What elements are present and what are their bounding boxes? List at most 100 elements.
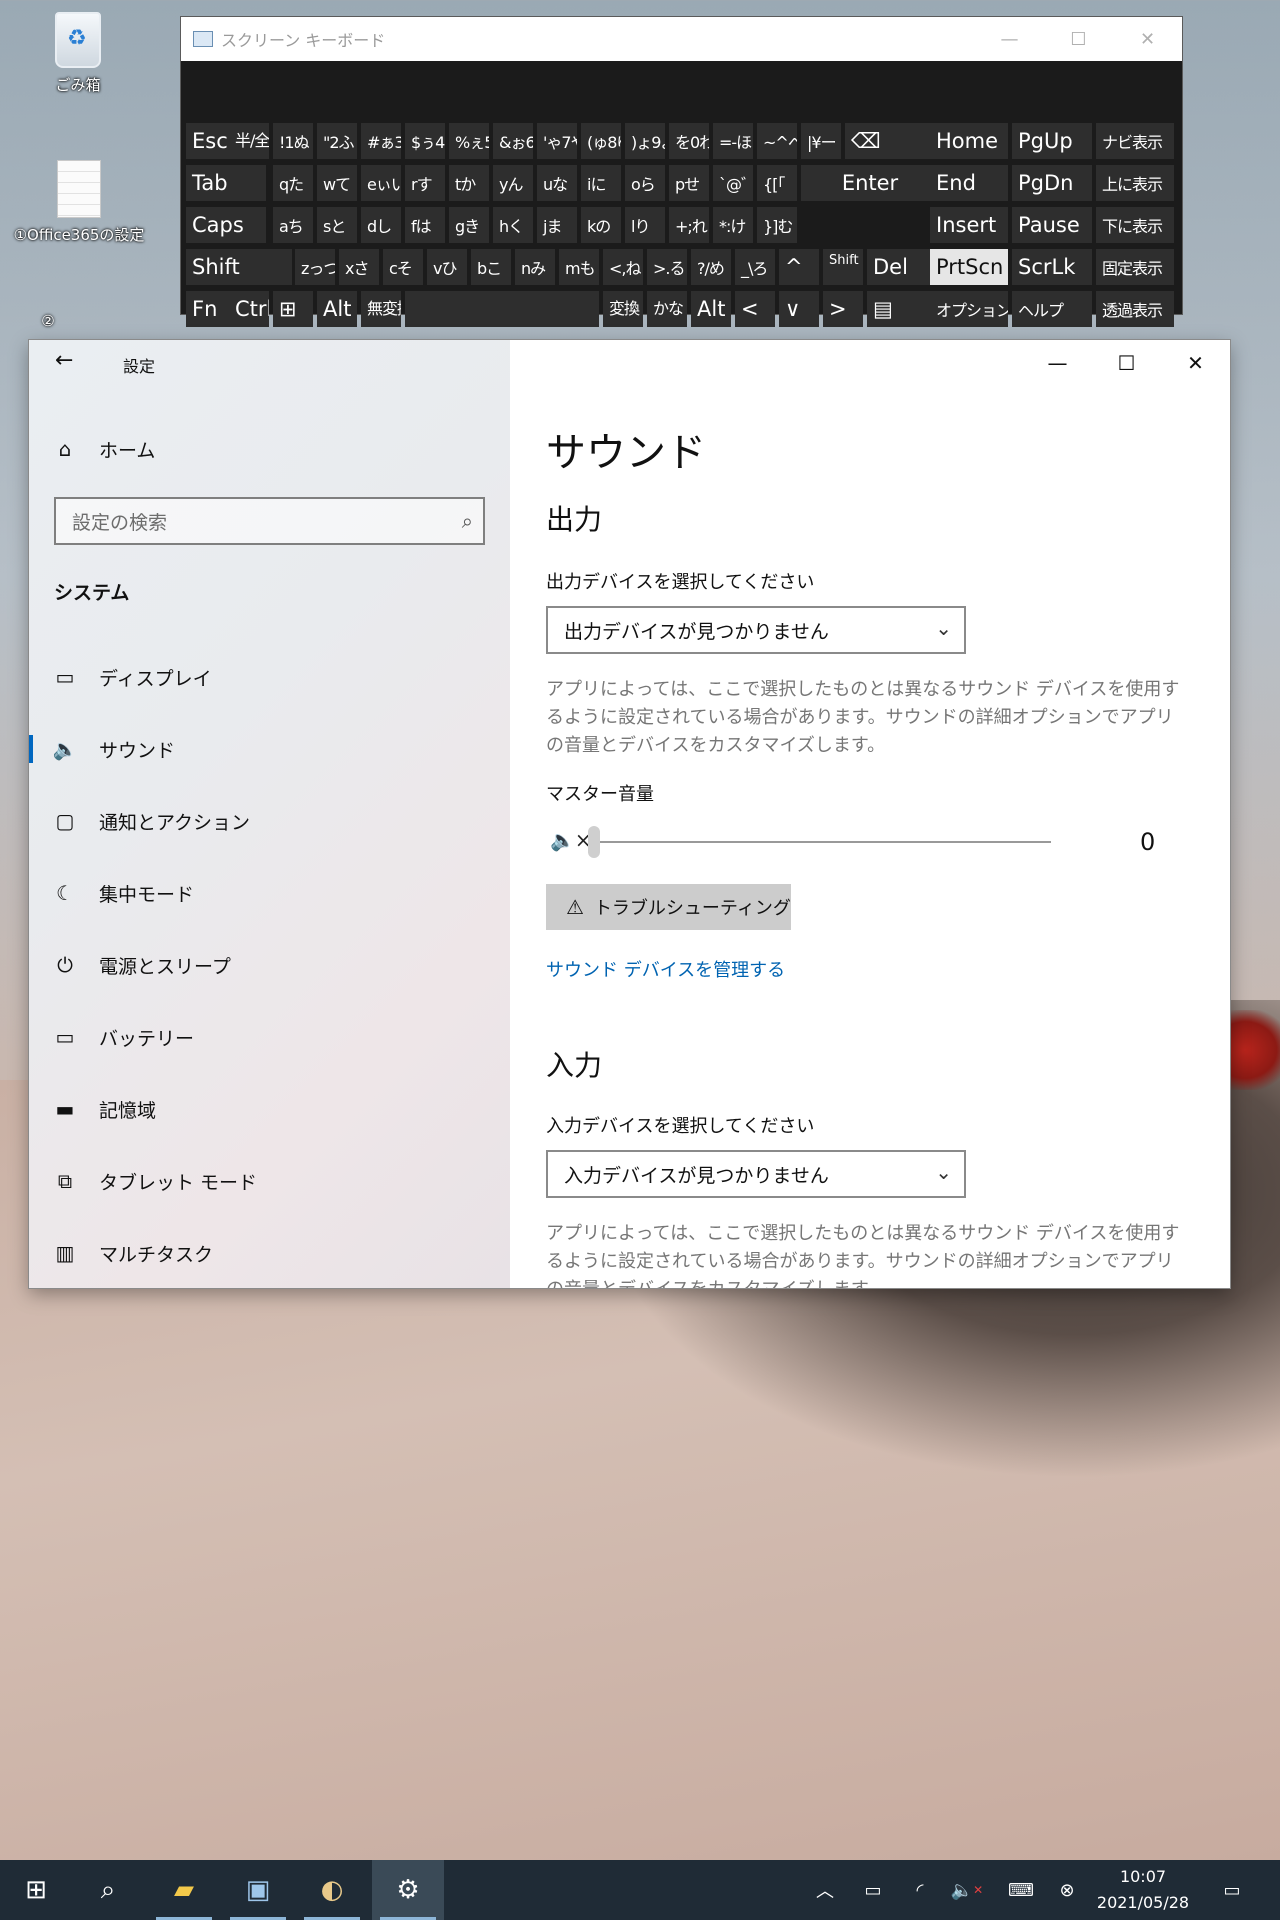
osk-key[interactable]: uな (537, 165, 577, 201)
osk-key[interactable]: iに (581, 165, 621, 201)
osk-key[interactable]: Alt (691, 291, 731, 327)
osk-key[interactable]: =-ほ (713, 123, 753, 159)
osk-key[interactable]: かな (647, 291, 687, 327)
osk-key[interactable]: 半/全 (229, 123, 269, 159)
osk-key[interactable]: Fn (186, 291, 230, 327)
osk-nav-key[interactable]: 透過表示 (1096, 291, 1174, 327)
osk-key[interactable]: ∨ (779, 291, 819, 327)
nav-item-notifications[interactable]: ▢ 通知とアクション (29, 793, 510, 849)
osk-key[interactable]: Ctrl (229, 291, 269, 327)
osk-nav-key[interactable]: 固定表示 (1096, 249, 1174, 285)
nav-item-multitask[interactable]: ▥ マルチタスク (29, 1225, 510, 1281)
osk-nav-key[interactable]: Home (930, 123, 1008, 159)
osk-key[interactable]: >.る (647, 249, 687, 285)
osk-titlebar[interactable]: スクリーン キーボード — ☐ ✕ (181, 17, 1182, 61)
volume-slider-track[interactable] (596, 841, 1051, 843)
osk-key[interactable]: Enter (801, 165, 939, 201)
search-button[interactable]: ⌕ (72, 1860, 144, 1920)
osk-key[interactable]: ⌫ (845, 123, 939, 159)
nav-item-sound[interactable]: 🔈 サウンド (29, 721, 510, 777)
osk-key[interactable]: bこ (471, 249, 511, 285)
osk-nav-key[interactable]: Insert (930, 207, 1008, 243)
troubleshoot-button[interactable]: ⚠ トラブルシューティング (546, 884, 791, 930)
volume-slider-thumb[interactable] (588, 826, 600, 858)
osk-key[interactable]: sと (317, 207, 357, 243)
osk-key[interactable]: yん (493, 165, 533, 201)
osk-key[interactable] (405, 291, 599, 327)
close-button[interactable]: ✕ (1161, 340, 1230, 386)
settings-window[interactable]: ← 設定 ⌂ ホーム 設定の検索 ⌕ システム ▭ ディスプレイ 🔈 サウンド … (29, 340, 1230, 1288)
network-tray[interactable]: ◜ (903, 1860, 937, 1920)
osk-key[interactable]: pせ (669, 165, 709, 201)
taskbar-settings[interactable]: ⚙ (372, 1860, 444, 1920)
osk-key[interactable]: gき (449, 207, 489, 243)
osk-key[interactable]: aち (273, 207, 313, 243)
volume-tray[interactable]: 🔈 ✕ (950, 1860, 984, 1920)
nav-item-focus[interactable]: ☾ 集中モード (29, 865, 510, 921)
osk-key[interactable]: }]む (757, 207, 797, 243)
maximize-button[interactable]: ☐ (1092, 340, 1161, 386)
osk-key[interactable]: tか (449, 165, 489, 201)
osk-key[interactable]: rす (405, 165, 445, 201)
osk-key[interactable]: zっつ (295, 249, 335, 285)
osk-key[interactable]: $ぅ4う (405, 123, 445, 159)
osk-nav-key[interactable]: 上に表示 (1096, 165, 1174, 201)
osk-key[interactable]: lり (625, 207, 665, 243)
osk-key[interactable]: (ゅ8ゆ (581, 123, 621, 159)
battery-tray[interactable]: ▭ (856, 1860, 890, 1920)
nav-item-storage[interactable]: ▬ 記憶域 (29, 1081, 510, 1137)
osk-key[interactable]: "2ふ (317, 123, 357, 159)
taskbar-file-explorer[interactable]: ▰ (148, 1860, 220, 1920)
minimize-button[interactable]: — (1023, 340, 1092, 386)
taskbar-paint[interactable]: ◐ (296, 1860, 368, 1920)
osk-key[interactable]: Esc (186, 123, 230, 159)
osk-key[interactable]: Shift (186, 249, 292, 285)
osk-key[interactable]: vひ (427, 249, 467, 285)
osk-key[interactable]: <,ね (603, 249, 643, 285)
osk-key[interactable]: Tab (186, 165, 266, 201)
osk-key[interactable]: oら (625, 165, 665, 201)
osk-key[interactable]: `@゛ (713, 165, 753, 201)
settings-search-input[interactable]: 設定の検索 ⌕ (54, 497, 485, 545)
osk-nav-key[interactable]: PrtScn (930, 249, 1008, 285)
osk-key[interactable]: ?/め (691, 249, 731, 285)
osk-key[interactable]: kの (581, 207, 621, 243)
manage-sound-devices-link[interactable]: サウンド デバイスを管理する (546, 956, 785, 982)
osk-key[interactable]: を0わ (669, 123, 709, 159)
osk-nav-key[interactable]: End (930, 165, 1008, 201)
action-center-button[interactable]: ▭ (1210, 1860, 1254, 1920)
osk-key[interactable]: Caps (186, 207, 266, 243)
osk-key[interactable]: 'ゃ7や (537, 123, 577, 159)
input-device-dropdown[interactable]: 入力デバイスが見つかりません ⌄ (546, 1150, 966, 1198)
osk-key[interactable]: *:け (713, 207, 753, 243)
onscreen-keyboard-window[interactable]: スクリーン キーボード — ☐ ✕ Esc半/全!1ぬ"2ふ#ぁ3あ$ぅ4う%ぇ… (180, 16, 1183, 327)
minimize-button[interactable]: — (975, 17, 1044, 61)
nav-item-tablet[interactable]: ⧉ タブレット モード (29, 1153, 510, 1209)
osk-key[interactable]: xさ (339, 249, 379, 285)
maximize-button[interactable]: ☐ (1044, 17, 1113, 61)
nav-item-power[interactable]: ⏻ 電源とスリープ (29, 937, 510, 993)
osk-nav-key[interactable]: オプション (930, 291, 1008, 327)
ime-tray[interactable]: ⊗ (1052, 1860, 1082, 1920)
nav-item-battery[interactable]: ▭ バッテリー (29, 1009, 510, 1065)
osk-nav-key[interactable]: ヘルプ (1012, 291, 1092, 327)
muted-speaker-icon[interactable]: 🔈× (550, 828, 592, 852)
back-arrow-icon[interactable]: ← (55, 348, 73, 373)
osk-key[interactable]: ⊞ (273, 291, 313, 327)
osk-key[interactable]: ^ (779, 249, 819, 285)
taskbar-onscreen-keyboard[interactable]: ▣ (222, 1860, 294, 1920)
osk-key[interactable]: jま (537, 207, 577, 243)
osk-key[interactable]: +;れ (669, 207, 709, 243)
osk-key[interactable]: 変換 (603, 291, 643, 327)
osk-key[interactable]: !1ぬ (273, 123, 313, 159)
osk-key[interactable]: #ぁ3あ (361, 123, 401, 159)
osk-key[interactable]: Shift (823, 249, 863, 285)
osk-key[interactable]: nみ (515, 249, 555, 285)
show-hidden-icons-button[interactable]: ︿ (810, 1860, 840, 1920)
osk-key[interactable]: )ょ9よ (625, 123, 665, 159)
osk-key[interactable]: ▤ (867, 291, 939, 327)
osk-nav-key[interactable]: 下に表示 (1096, 207, 1174, 243)
osk-key[interactable]: 無変換 (361, 291, 401, 327)
osk-key[interactable]: %ぇ5え (449, 123, 489, 159)
osk-key[interactable]: _\ろ (735, 249, 775, 285)
